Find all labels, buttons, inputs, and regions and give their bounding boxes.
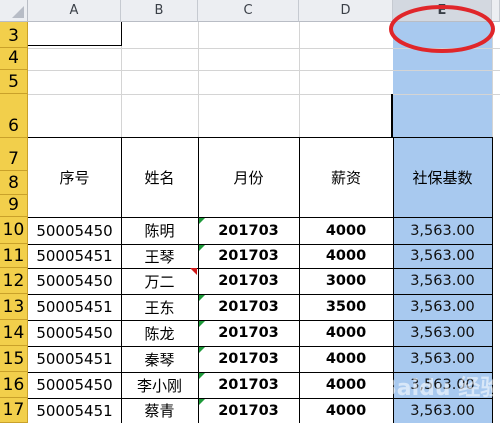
cell-id[interactable]: 50005451 [28, 398, 121, 423]
row-header-4[interactable]: 4 [0, 48, 28, 70]
cell-month[interactable]: 201703 [198, 244, 299, 268]
gridline [299, 22, 300, 138]
cell-month[interactable]: 201703 [198, 372, 299, 398]
row-header-5[interactable]: 5 [0, 70, 28, 94]
header-cell-salary[interactable]: 薪资 [299, 138, 393, 217]
row-header-7[interactable]: 7 [0, 138, 28, 171]
cell-month[interactable]: 201703 [198, 268, 299, 294]
comment-indicator-icon [190, 268, 197, 275]
cell-name[interactable]: 万二 [121, 268, 198, 294]
cell-month[interactable]: 201703 [198, 346, 299, 372]
cell-salary[interactable]: 4000 [299, 372, 393, 398]
row-header-6[interactable]: 6 [0, 94, 28, 138]
gridline [28, 94, 500, 95]
annotation-circle [389, 5, 495, 53]
error-indicator-icon [199, 347, 205, 353]
row-header-16[interactable]: 16 [0, 372, 28, 398]
error-indicator-icon [199, 321, 205, 327]
row-header-3[interactable]: 3 [0, 22, 28, 48]
header-cell-month[interactable]: 月份 [198, 138, 299, 217]
row-header-13[interactable]: 13 [0, 294, 28, 320]
cell-border [391, 94, 393, 138]
row-header-10[interactable]: 10 [0, 217, 28, 244]
row-header-8[interactable]: 8 [0, 171, 28, 195]
column-header-d[interactable]: D [299, 0, 393, 22]
select-all-corner[interactable] [0, 0, 28, 22]
gridline [28, 70, 500, 71]
cell-base[interactable]: 3,563.00 [393, 268, 492, 294]
row-header-9[interactable]: 9 [0, 195, 28, 217]
cell-base[interactable]: 3,563.00 [393, 217, 492, 244]
error-indicator-icon [199, 399, 205, 405]
row-header-14[interactable]: 14 [0, 320, 28, 346]
cell-base[interactable]: 3,563.00 [393, 320, 492, 346]
cell-id[interactable]: 50005451 [28, 346, 121, 372]
row-header-17[interactable]: 17 [0, 398, 28, 423]
header-cell-name[interactable]: 姓名 [121, 138, 198, 217]
cell-name[interactable]: 王琴 [121, 244, 198, 268]
error-indicator-icon [199, 218, 205, 224]
cell-salary[interactable]: 4000 [299, 244, 393, 268]
cell-salary[interactable]: 4000 [299, 346, 393, 372]
cell-id[interactable]: 50005450 [28, 268, 121, 294]
cell-name[interactable]: 陈龙 [121, 320, 198, 346]
cell-id[interactable]: 50005450 [28, 372, 121, 398]
cell-base[interactable]: 3,563.00 [393, 346, 492, 372]
cell-salary[interactable]: 4000 [299, 217, 393, 244]
cell-name[interactable]: 陈明 [121, 217, 198, 244]
cell-month[interactable]: 201703 [198, 320, 299, 346]
cell-border [28, 45, 122, 46]
cell-salary[interactable]: 4000 [299, 398, 393, 423]
cell-name[interactable]: 李小刚 [121, 372, 198, 398]
cell-id[interactable]: 50005450 [28, 320, 121, 346]
row-header-12[interactable]: 12 [0, 268, 28, 294]
row-header-11[interactable]: 11 [0, 244, 28, 268]
error-indicator-icon [199, 245, 205, 251]
header-cell-base[interactable]: 社保基数 [393, 138, 492, 217]
cell-border [121, 22, 122, 46]
error-indicator-icon [199, 373, 205, 379]
cell-month[interactable]: 201703 [198, 217, 299, 244]
cell-base[interactable]: 3,563.00 [393, 294, 492, 320]
cell-salary[interactable]: 4000 [299, 320, 393, 346]
cell-month[interactable]: 201703 [198, 398, 299, 423]
error-indicator-icon [199, 295, 205, 301]
cell-id[interactable]: 50005451 [28, 294, 121, 320]
error-indicator-triangles [199, 218, 205, 405]
cell-id[interactable]: 50005451 [28, 244, 121, 268]
cell-name[interactable]: 王东 [121, 294, 198, 320]
header-cell-id[interactable]: 序号 [28, 138, 121, 217]
cell-name[interactable]: 蔡青 [121, 398, 198, 423]
cell-salary[interactable]: 3500 [299, 294, 393, 320]
gridline [198, 22, 199, 138]
column-header-c[interactable]: C [198, 0, 299, 22]
row-header-15[interactable]: 15 [0, 346, 28, 372]
cell-salary[interactable]: 3000 [299, 268, 393, 294]
cell-base[interactable]: 3,563.00 [393, 244, 492, 268]
cell-name[interactable]: 秦琴 [121, 346, 198, 372]
watermark: Baidu 经验 [380, 376, 500, 401]
column-header-a[interactable]: A [28, 0, 121, 22]
cell-month[interactable]: 201703 [198, 294, 299, 320]
column-header-b[interactable]: B [121, 0, 198, 22]
cell-id[interactable]: 50005450 [28, 217, 121, 244]
